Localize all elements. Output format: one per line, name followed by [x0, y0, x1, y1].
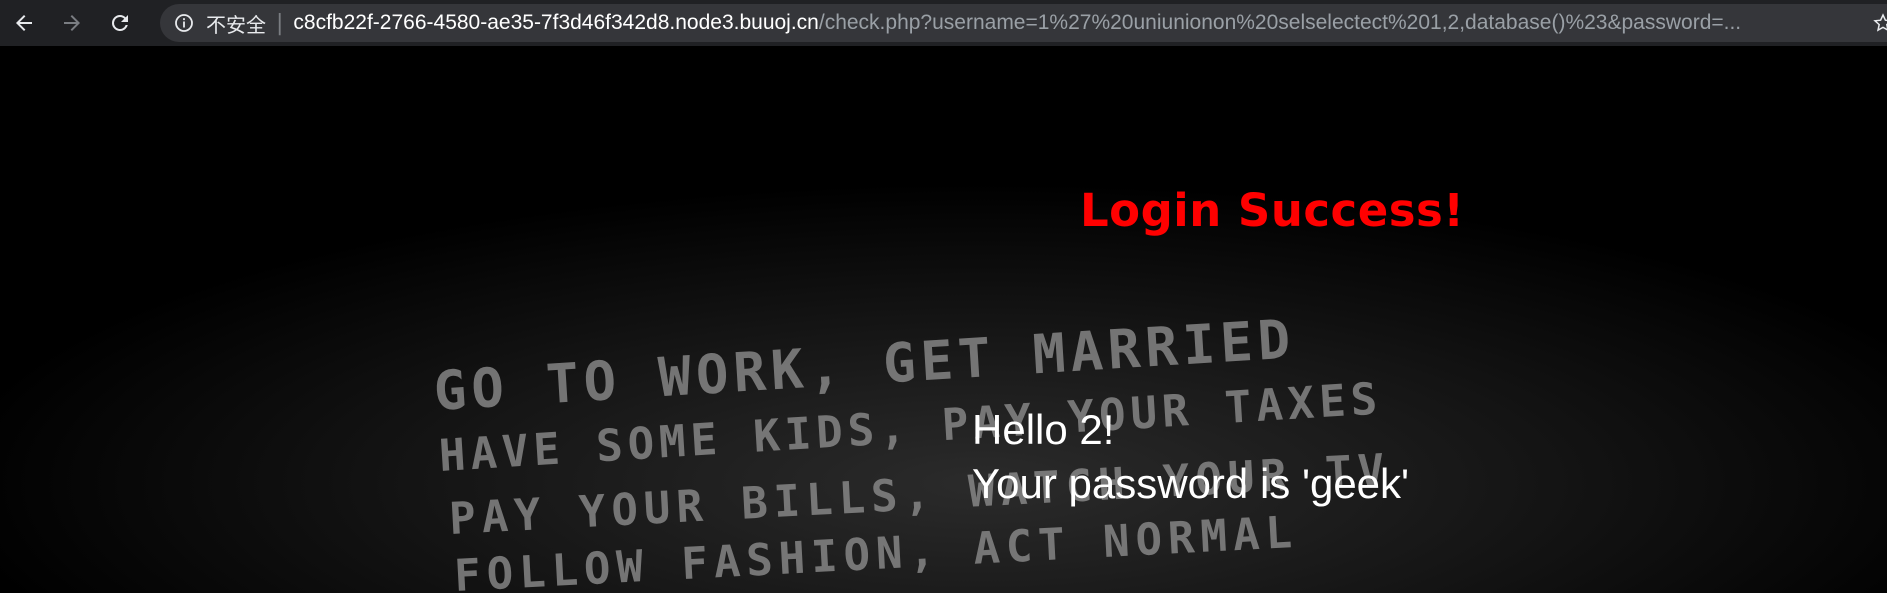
back-button[interactable]	[0, 0, 48, 46]
address-bar[interactable]: 不安全 | c8cfb22f-2766-4580-ae35-7f3d46f342…	[160, 4, 1887, 42]
reload-button[interactable]	[96, 0, 144, 46]
greeting-text: Hello 2!	[972, 406, 1115, 453]
page-title: Login Success!	[1080, 184, 1465, 237]
password-message: Your password is 'geek'	[972, 460, 1410, 507]
url-text[interactable]: c8cfb22f-2766-4580-ae35-7f3d46f342d8.nod…	[293, 11, 1887, 35]
info-icon[interactable]	[174, 13, 194, 33]
arrow-right-icon	[64, 15, 80, 31]
browser-toolbar: 不安全 | c8cfb22f-2766-4580-ae35-7f3d46f342…	[0, 0, 1887, 46]
page-content: GO TO WORK, GET MARRIED HAVE SOME KIDS, …	[0, 46, 1887, 593]
background-stamped-text-image: GO TO WORK, GET MARRIED HAVE SOME KIDS, …	[0, 46, 1887, 593]
arrow-left-icon	[16, 15, 32, 31]
address-separator: |	[276, 10, 284, 36]
star-icon[interactable]	[1873, 13, 1887, 33]
reload-icon	[112, 14, 128, 31]
url-host: c8cfb22f-2766-4580-ae35-7f3d46f342d8.nod…	[293, 11, 819, 34]
security-label[interactable]: 不安全	[206, 9, 266, 38]
forward-button[interactable]	[48, 0, 96, 46]
url-path: /check.php?username=1%27%20uniunionon%20…	[818, 11, 1742, 34]
